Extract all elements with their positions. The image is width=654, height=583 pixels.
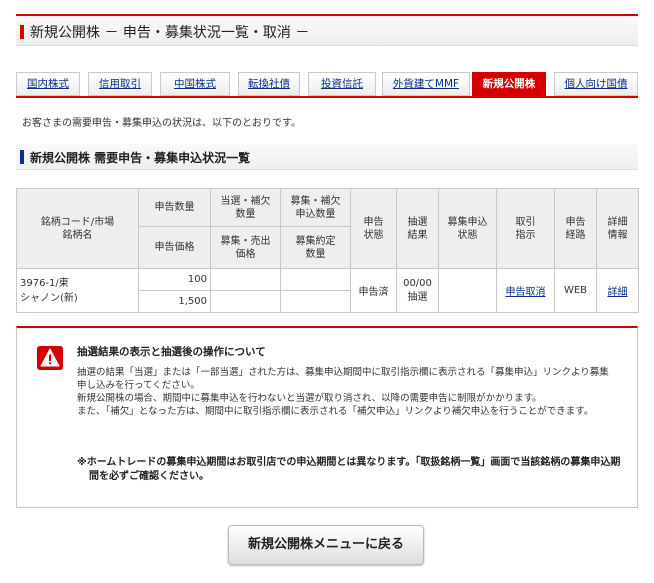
orders-table: 銘柄コード/市場 銘柄名 申告数量 当選・補欠 数量 募集・補欠 申込数量 申告…: [16, 188, 639, 313]
cell-price: 1,500: [138, 290, 211, 313]
cell-contract-qty: [280, 290, 351, 313]
notice-paragraph: また、「補欠」となった方は、期間中に取引指示欄に表示される「補欠申込」リンクより…: [77, 406, 594, 417]
cell-offer-price: [210, 290, 281, 313]
cell-lottery: 00/00 抽選: [396, 268, 439, 313]
header-contract-qty: 募集約定 数量: [280, 226, 351, 269]
tab-ipo[interactable]: 新規公開株: [472, 72, 546, 98]
cell-stock-name: シャノン(新): [20, 292, 78, 304]
lottery-notice-box: 抽選結果の表示と抽選後の操作について 抽選の結果「当選」または「一部当選」された…: [16, 326, 638, 508]
page-title-bar: 新規公開株 － 申告・募集状況一覧・取消 －: [16, 14, 638, 46]
header-offer-price: 募集・売出 価格: [210, 226, 281, 269]
header-price: 申告価格: [138, 226, 211, 269]
cell-win-qty: [210, 268, 281, 291]
tab-domestic-stocks[interactable]: 国内株式: [16, 72, 80, 96]
orders-table-wrap: 銘柄コード/市場 銘柄名 申告数量 当選・補欠 数量 募集・補欠 申込数量 申告…: [16, 188, 639, 313]
tab-china-stocks[interactable]: 中国株式: [160, 72, 230, 96]
header-lottery: 抽選 結果: [396, 188, 439, 269]
cell-detail: 詳細: [596, 268, 639, 313]
tab-jgb-individual[interactable]: 個人向け国債: [554, 72, 638, 96]
notice-note-text: ※ホームトレードの募集申込期間はお取引店での申込期間とは異なります。「取扱銘柄一…: [77, 457, 621, 482]
intro-text: お客さまの需要申告・募集申込の状況は、以下のとおりです。: [22, 118, 301, 129]
cancel-declaration-link[interactable]: 申告取消: [506, 287, 546, 298]
header-detail: 詳細 情報: [596, 188, 639, 269]
back-to-ipo-menu-button[interactable]: 新規公開株メニューに戻る: [228, 525, 424, 565]
header-apply-status: 募集申込 状態: [438, 188, 497, 269]
detail-link[interactable]: 詳細: [608, 287, 628, 298]
tab-investment-trusts[interactable]: 投資信託: [308, 72, 376, 96]
cell-apply-status: [438, 268, 497, 313]
notice-note: ※ホームトレードの募集申込期間はお取引店での申込期間とは異なります。「取扱銘柄一…: [77, 456, 625, 484]
cell-route: WEB: [554, 268, 597, 313]
cell-apply-qty: [280, 268, 351, 291]
cell-qty: 100: [138, 268, 211, 291]
notice-title: 抽選結果の表示と抽選後の操作について: [77, 346, 266, 358]
header-route: 申告 経路: [554, 188, 597, 269]
cell-status: 申告済: [350, 268, 397, 313]
header-status: 申告 状態: [350, 188, 397, 269]
section-accent-mark: [20, 150, 24, 164]
warning-icon: [37, 346, 63, 370]
header-code-name: 銘柄コード/市場 銘柄名: [16, 188, 139, 269]
header-apply-qty: 募集・補欠 申込数量: [280, 188, 351, 227]
tab-margin-trading[interactable]: 信用取引: [88, 72, 152, 96]
header-instruction: 取引 指示: [496, 188, 555, 269]
tab-foreign-mmf[interactable]: 外貨建てMMF: [382, 72, 470, 96]
notice-paragraph: 抽選の結果「当選」または「一部当選」された方は、募集申込期間中に取引指示欄に表示…: [77, 367, 609, 391]
cell-code-market: 3976-1/東: [20, 277, 69, 289]
header-win-qty: 当選・補欠 数量: [210, 188, 281, 227]
notice-paragraph: 新規公開株の場合、期間中に募集申込を行わないと当選が取り消され、以降の需要申告に…: [77, 393, 542, 404]
section-title: 新規公開株 需要申告・募集申込状況一覧: [30, 151, 251, 165]
tab-convertible-bonds[interactable]: 転換社債: [238, 72, 300, 96]
tab-underline: [16, 96, 638, 98]
table-row: 3976-1/東 シャノン(新) 100 申告済 00/00 抽選 申告取消 W…: [16, 268, 639, 313]
notice-body: 抽選の結果「当選」または「一部当選」された方は、募集申込期間中に取引指示欄に表示…: [77, 366, 617, 418]
cell-instruction: 申告取消: [496, 268, 555, 313]
header-qty: 申告数量: [138, 188, 211, 227]
section-heading-bar: 新規公開株 需要申告・募集申込状況一覧: [16, 144, 638, 170]
cell-code-name: 3976-1/東 シャノン(新): [16, 268, 139, 313]
product-tabs: 国内株式 信用取引 中国株式 転換社債 投資信託 外貨建てMMF 新規公開株 個…: [16, 72, 638, 98]
title-accent-mark: [20, 25, 24, 39]
page-title: 新規公開株 － 申告・募集状況一覧・取消 －: [30, 25, 310, 41]
